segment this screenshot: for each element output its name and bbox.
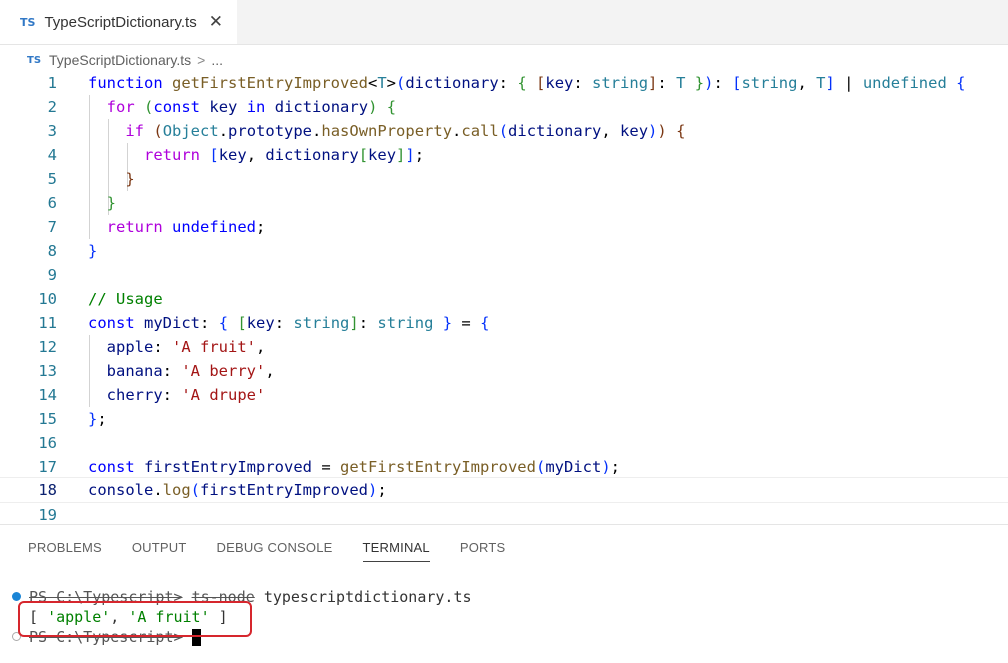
code-text: }: [88, 242, 98, 260]
line-number: 6: [47, 194, 57, 212]
line-number: 10: [38, 290, 57, 308]
line-number: 12: [38, 338, 57, 356]
tab-terminal[interactable]: TERMINAL: [362, 540, 430, 562]
editor-tab-bar: TS TypeScriptDictionary.ts ✕: [0, 0, 1008, 45]
tab-filename: TypeScriptDictionary.ts: [44, 13, 197, 31]
code-text: for (const key in dictionary) {: [106, 98, 397, 116]
line-number: 2: [47, 98, 57, 116]
line-number: 4: [47, 146, 57, 164]
line-number: 8: [47, 242, 57, 260]
terminal-argument: typescriptdictionary.ts: [263, 588, 472, 606]
code-line: 8 }: [0, 239, 1008, 263]
close-icon[interactable]: ✕: [209, 12, 223, 32]
code-text: banana: 'A berry',: [106, 362, 275, 380]
tab-debug-console[interactable]: DEBUG CONSOLE: [217, 540, 333, 562]
code-editor[interactable]: 1 function getFirstEntryImproved<T>(dict…: [0, 71, 1008, 524]
code-text: }: [125, 170, 135, 188]
output-highlight-box: [18, 601, 252, 637]
code-line: 5 }: [0, 167, 1008, 191]
breadcrumb-file[interactable]: TypeScriptDictionary.ts: [49, 52, 191, 68]
tab-ports[interactable]: PORTS: [460, 540, 506, 562]
code-text: };: [88, 410, 107, 428]
line-number: 3: [47, 122, 57, 140]
code-text: console.log(firstEntryImproved);: [88, 481, 387, 499]
line-number: 15: [38, 410, 57, 428]
command-success-dot-icon: [12, 592, 21, 601]
line-number: 16: [38, 434, 57, 452]
line-number: 1: [47, 74, 57, 92]
bottom-panel: PROBLEMS OUTPUT DEBUG CONSOLE TERMINAL P…: [0, 524, 1008, 663]
typescript-file-icon: TS: [27, 54, 42, 66]
code-line: 3 if (Object.prototype.hasOwnProperty.ca…: [0, 119, 1008, 143]
code-text: }: [106, 194, 117, 212]
line-number: 17: [38, 458, 57, 476]
code-text: return undefined;: [106, 218, 266, 236]
line-number: 18: [38, 481, 57, 499]
code-line-current: 18 console.log(firstEntryImproved);: [0, 477, 1008, 503]
line-number: 7: [47, 218, 57, 236]
code-text: apple: 'A fruit',: [106, 338, 266, 356]
code-text: const myDict: { [key: string]: string } …: [88, 314, 490, 332]
line-number: 9: [47, 266, 57, 284]
code-line: 4 return [key, dictionary[key]];: [0, 143, 1008, 167]
line-number: 14: [38, 386, 57, 404]
code-line: 15 };: [0, 407, 1008, 431]
code-line: 17 const firstEntryImproved = getFirstEn…: [0, 455, 1008, 479]
code-line: 12 apple: 'A fruit',: [0, 335, 1008, 359]
chevron-right-icon: >: [197, 52, 206, 68]
code-text: const firstEntryImproved = getFirstEntry…: [88, 458, 620, 476]
code-line: 2 for (const key in dictionary) {: [0, 95, 1008, 119]
code-line: 1 function getFirstEntryImproved<T>(dict…: [0, 71, 1008, 95]
code-line: 10 // Usage: [0, 287, 1008, 311]
code-line: 6 }: [0, 191, 1008, 215]
breadcrumb-more[interactable]: ...: [211, 52, 223, 68]
typescript-file-icon: TS: [20, 15, 36, 29]
breadcrumb: TS TypeScriptDictionary.ts > ...: [27, 49, 223, 71]
code-line: 14 cherry: 'A drupe': [0, 383, 1008, 407]
code-line: 9: [0, 263, 1008, 287]
tab-problems[interactable]: PROBLEMS: [28, 540, 102, 562]
line-number: 5: [47, 170, 57, 188]
line-number: 11: [38, 314, 57, 332]
code-text: return [key, dictionary[key]];: [144, 146, 425, 164]
code-text: // Usage: [88, 290, 163, 308]
code-line: 13 banana: 'A berry',: [0, 359, 1008, 383]
line-number: 13: [38, 362, 57, 380]
panel-tabs: PROBLEMS OUTPUT DEBUG CONSOLE TERMINAL P…: [28, 540, 535, 562]
code-text: function getFirstEntryImproved<T>(dictio…: [88, 74, 966, 92]
code-text: cherry: 'A drupe': [106, 386, 266, 404]
code-line: 7 return undefined;: [0, 215, 1008, 239]
code-line: 11 const myDict: { [key: string]: string…: [0, 311, 1008, 335]
code-line: 16: [0, 431, 1008, 455]
tab-output[interactable]: OUTPUT: [132, 540, 187, 562]
tab-typescriptdictionary[interactable]: TS TypeScriptDictionary.ts ✕: [0, 0, 237, 44]
code-text: if (Object.prototype.hasOwnProperty.call…: [125, 122, 686, 140]
